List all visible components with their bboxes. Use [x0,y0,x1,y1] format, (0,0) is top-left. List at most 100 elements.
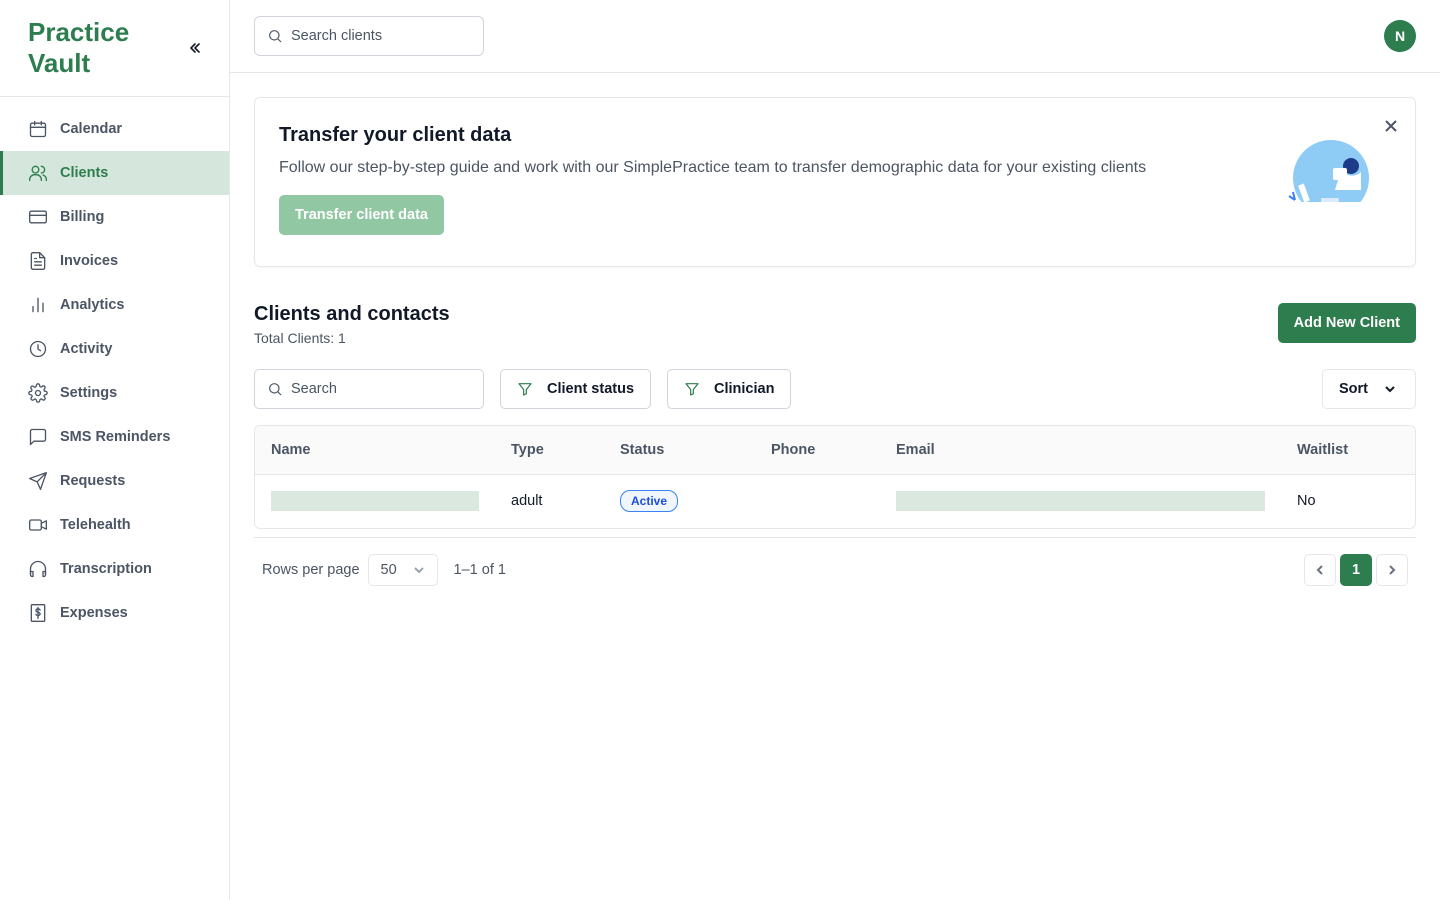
table-header-row: Name Type Status Phone Email Waitlist [255,426,1415,475]
cell-phone [755,474,880,528]
pager: 1 [1304,554,1408,586]
sidebar-item-requests[interactable]: Requests [0,459,229,503]
sidebar-nav: Calendar Clients Billing Invoices Analyt… [0,97,229,635]
dollar-file-icon [30,604,46,622]
section-title: Clients and contacts [254,303,450,325]
credit-card-icon [29,210,47,224]
video-icon [29,519,47,531]
search-icon [269,30,282,43]
sidebar-item-label: Clients [60,165,109,181]
page-button-current[interactable]: 1 [1340,554,1372,586]
column-header-email[interactable]: Email [880,426,1281,475]
column-header-type[interactable]: Type [495,426,604,475]
sidebar-item-transcription[interactable]: Transcription [0,547,229,591]
sidebar-item-label: Analytics [60,297,125,313]
clients-section: Clients and contacts Total Clients: 1 Ad… [254,303,1416,602]
filters-bar: Client status Clinician Sort [254,369,1416,409]
table-row[interactable]: adult Active No [255,474,1415,528]
rows-per-page-label: Rows per page [262,562,360,578]
cell-waitlist: No [1297,493,1316,510]
banner-text: Follow our step-by-step guide and work w… [279,159,1147,176]
brand-logo[interactable]: Practice Vault [28,17,148,79]
clients-table: Name Type Status Phone Email Waitlist ad… [254,425,1416,529]
sidebar-item-telehealth[interactable]: Telehealth [0,503,229,547]
chevrons-left-icon [190,43,200,53]
close-icon [1385,120,1397,132]
status-badge: Active [620,490,679,513]
global-search-input[interactable] [291,28,471,44]
clients-header: Clients and contacts Total Clients: 1 Ad… [254,303,1416,353]
sidebar: Practice Vault Calendar Clients Billing … [0,0,230,900]
sidebar-item-activity[interactable]: Activity [0,327,229,371]
close-banner-button[interactable] [1381,116,1401,136]
sort-dropdown[interactable]: Sort [1322,369,1416,409]
clinician-filter[interactable]: Clinician [667,369,792,409]
clock-icon [29,340,47,358]
filter-label: Client status [547,381,635,397]
sidebar-item-label: SMS Reminders [60,429,171,445]
transfer-client-data-button[interactable]: Transfer client data [279,195,444,235]
brand-header: Practice Vault [0,0,229,97]
sidebar-item-billing[interactable]: Billing [0,195,229,239]
sidebar-item-calendar[interactable]: Calendar [0,107,229,151]
banner-title: Transfer your client data [279,124,512,146]
sidebar-item-invoices[interactable]: Invoices [0,239,229,283]
avatar[interactable]: N [1384,20,1416,52]
clients-search[interactable] [254,369,484,409]
cell-name[interactable] [255,474,495,528]
calendar-icon [29,120,47,138]
filter-icon [685,383,699,396]
transfer-illustration [1285,140,1375,210]
sidebar-item-settings[interactable]: Settings [0,371,229,415]
next-page-button[interactable] [1376,554,1408,586]
cell-status: Active [604,474,755,528]
cell-email [880,474,1281,528]
sidebar-item-label: Requests [60,473,126,489]
sidebar-item-expenses[interactable]: Expenses [0,591,229,635]
sidebar-item-sms-reminders[interactable]: SMS Reminders [0,415,229,459]
previous-page-button[interactable] [1304,554,1336,586]
filter-icon [518,383,532,396]
pagination-bar: Rows per page 50 1–1 of 1 1 [254,538,1416,602]
add-new-client-button[interactable]: Add New Client [1277,303,1416,343]
column-header-name[interactable]: Name [255,426,495,475]
sidebar-item-label: Expenses [60,605,128,621]
sidebar-item-label: Activity [60,341,113,357]
global-search[interactable] [254,16,484,56]
client-status-filter[interactable]: Client status [500,369,652,409]
cell-type: adult [511,493,543,510]
chevron-down-icon [1385,386,1395,393]
sidebar-item-label: Telehealth [60,517,131,533]
transfer-banner: Transfer your client data Follow our ste… [254,97,1416,267]
top-bar: N [230,0,1440,73]
send-icon [29,472,47,490]
page-range: 1–1 of 1 [453,562,506,578]
clients-search-input[interactable] [291,381,471,397]
sidebar-item-clients[interactable]: Clients [0,151,229,195]
gear-icon [28,383,48,403]
filter-label: Clinician [714,381,775,397]
sidebar-item-analytics[interactable]: Analytics [0,283,229,327]
rows-per-page-select[interactable]: 50 [367,554,438,586]
chevron-left-icon [1316,565,1323,575]
sidebar-item-label: Settings [60,385,118,401]
redacted-email [896,491,1265,512]
sidebar-item-label: Invoices [60,253,119,269]
column-header-phone[interactable]: Phone [755,426,880,475]
collapse-sidebar-button[interactable] [183,36,207,60]
redacted-name [271,491,479,512]
main-content: Transfer your client data Follow our ste… [254,97,1416,602]
search-icon [269,383,282,396]
chevron-right-icon [1389,565,1396,575]
headphones-icon [29,560,47,578]
sort-label: Sort [1339,381,1368,397]
sidebar-item-label: Billing [60,209,105,225]
rows-per-page-value: 50 [380,562,397,578]
bar-chart-icon [32,297,44,313]
column-header-waitlist[interactable]: Waitlist [1281,426,1415,475]
column-header-status[interactable]: Status [604,426,755,475]
chevron-down-icon [413,567,424,574]
users-icon [29,165,47,182]
message-icon [29,428,47,446]
sidebar-item-label: Transcription [60,561,152,577]
